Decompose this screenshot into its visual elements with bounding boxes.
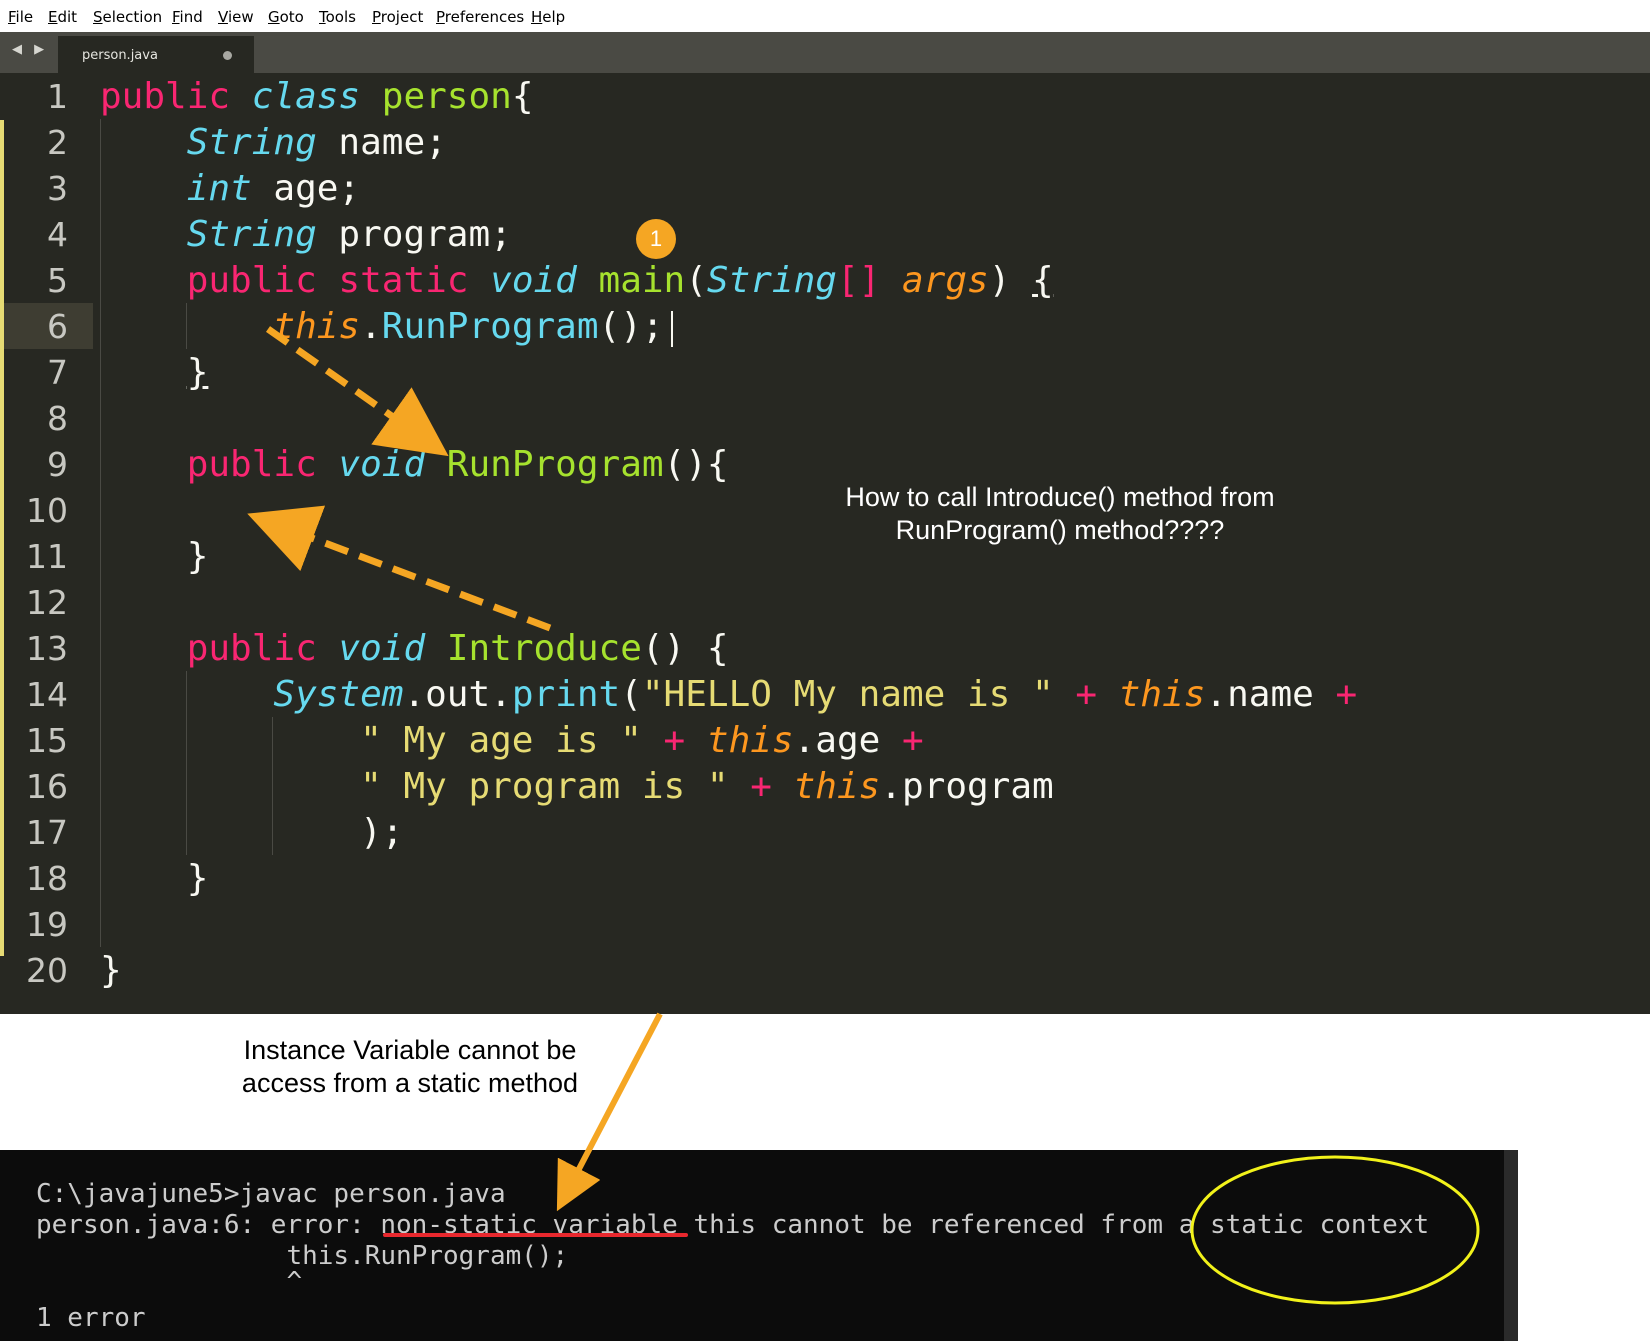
console-scrollbar[interactable] — [1504, 1150, 1518, 1341]
console-line: ^ — [36, 1267, 303, 1297]
menu-bar: File Edit Selection Find View Goto Tools… — [0, 0, 1650, 33]
menu-help[interactable]: Help — [531, 8, 565, 26]
menu-view[interactable]: View — [218, 8, 254, 26]
arrow-to-runprogram-icon — [265, 326, 449, 457]
tab-title: person.java — [82, 48, 158, 63]
ellipse-icon — [1190, 1155, 1480, 1305]
arrow-from-introduce-icon — [247, 505, 552, 632]
highlight-ellipse — [1190, 1155, 1480, 1305]
code-editor[interactable]: 1 2 3 4 5 6 7 8 9 10 11 12 13 14 15 16 17 18 19 20 public c… — [0, 73, 1650, 1014]
error-underline — [383, 1233, 688, 1237]
menu-preferences[interactable]: Preferences — [436, 8, 524, 26]
menu-goto[interactable]: Goto — [268, 8, 304, 26]
tab-bar: ◀ ▶ person.java — [0, 32, 1650, 73]
menu-selection[interactable]: Selection — [93, 8, 162, 26]
unsaved-dot-icon[interactable] — [223, 51, 232, 60]
console-line: 1 error — [36, 1303, 146, 1333]
dashed-arrows — [247, 326, 552, 632]
instance-variable-note: Instance Variable cannot be access from … — [241, 1035, 579, 1098]
menu-tools[interactable]: Tools — [319, 8, 356, 26]
menu-find[interactable]: Find — [172, 8, 203, 26]
tab-person-java[interactable]: person.java — [58, 36, 254, 73]
menu-project[interactable]: Project — [372, 8, 423, 26]
tab-nav-arrows-icon[interactable]: ◀ ▶ — [12, 42, 48, 57]
console-line: C:\javajune5>javac person.java — [36, 1179, 506, 1209]
menu-edit[interactable]: Edit — [48, 8, 77, 26]
menu-file[interactable]: File — [8, 8, 33, 26]
